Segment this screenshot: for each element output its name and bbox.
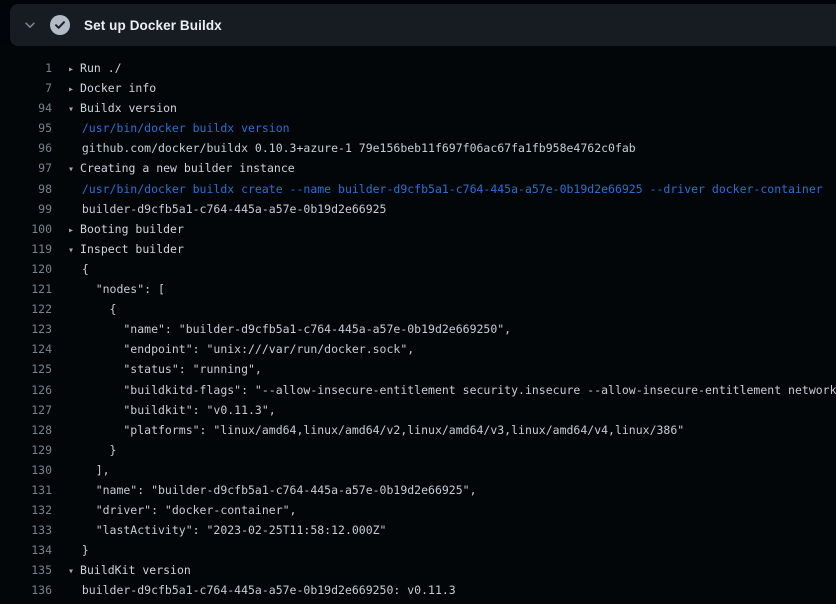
log-line[interactable]: 7 ▸ Docker info — [0, 78, 836, 98]
step-header[interactable]: Set up Docker Buildx — [10, 4, 836, 46]
line-number[interactable]: 7 — [0, 78, 52, 98]
line-number[interactable]: 95 — [0, 118, 52, 138]
line-number[interactable]: 136 — [0, 580, 52, 600]
line-number[interactable]: 135 — [0, 560, 52, 580]
log-line: 99 builder-d9cfb5a1-c764-445a-a57e-0b19d… — [0, 199, 836, 219]
line-number[interactable]: 127 — [0, 400, 52, 420]
log-text: ▸ Booting builder — [68, 219, 836, 239]
log-line: 134 } — [0, 540, 836, 560]
log-line[interactable]: 97 ▾ Creating a new builder instance — [0, 158, 836, 178]
line-number[interactable]: 94 — [0, 98, 52, 118]
line-number[interactable]: 134 — [0, 540, 52, 560]
log-text: "buildkitd-flags": "--allow-insecure-ent… — [68, 380, 836, 400]
line-number[interactable]: 96 — [0, 138, 52, 158]
log-text: "status": "running", — [68, 359, 836, 379]
group-toggle-icon[interactable]: ▾ — [68, 164, 80, 175]
line-number[interactable]: 121 — [0, 279, 52, 299]
group-toggle-icon[interactable]: ▸ — [68, 225, 80, 236]
log-line: 120 { — [0, 259, 836, 279]
log-area: 1 ▸ Run ./ 7 ▸ Docker info 94 ▾ Buildx v… — [0, 46, 836, 604]
log-text: } — [68, 440, 836, 460]
group-toggle-icon[interactable]: ▸ — [68, 64, 80, 75]
line-number[interactable]: 126 — [0, 380, 52, 400]
line-number[interactable]: 130 — [0, 460, 52, 480]
log-text: "name": "builder-d9cfb5a1-c764-445a-a57e… — [68, 480, 836, 500]
line-number[interactable]: 124 — [0, 339, 52, 359]
line-number[interactable]: 128 — [0, 420, 52, 440]
log-text: ▾ BuildKit version — [68, 560, 836, 580]
log-line: 132 "driver": "docker-container", — [0, 500, 836, 520]
line-number[interactable]: 97 — [0, 158, 52, 178]
log-text: /usr/bin/docker buildx version — [68, 118, 836, 138]
log-text: "driver": "docker-container", — [68, 500, 836, 520]
log-line: 123 "name": "builder-d9cfb5a1-c764-445a-… — [0, 319, 836, 339]
check-circle-icon — [50, 15, 70, 35]
group-toggle-icon[interactable]: ▾ — [68, 566, 80, 577]
line-number[interactable]: 99 — [0, 199, 52, 219]
log-text: ▸ Run ./ — [68, 58, 836, 78]
log-text: "lastActivity": "2023-02-25T11:58:12.000… — [68, 520, 836, 540]
log-line[interactable]: 119 ▾ Inspect builder — [0, 239, 836, 259]
group-toggle-icon[interactable]: ▾ — [68, 104, 80, 115]
log-text: } — [68, 540, 836, 560]
log-line: 126 "buildkitd-flags": "--allow-insecure… — [0, 380, 836, 400]
log-text: github.com/docker/buildx 0.10.3+azure-1 … — [68, 138, 836, 158]
log-text: ▾ Creating a new builder instance — [68, 158, 836, 178]
log-text: ▾ Buildx version — [68, 98, 836, 118]
log-line: 124 "endpoint": "unix:///var/run/docker.… — [0, 339, 836, 359]
log-text: "endpoint": "unix:///var/run/docker.sock… — [68, 339, 836, 359]
log-text: "name": "builder-d9cfb5a1-c764-445a-a57e… — [68, 319, 836, 339]
log-line[interactable]: 100 ▸ Booting builder — [0, 219, 836, 239]
log-text: "platforms": "linux/amd64,linux/amd64/v2… — [68, 420, 836, 440]
log-text: builder-d9cfb5a1-c764-445a-a57e-0b19d2e6… — [68, 580, 836, 600]
log-line[interactable]: 135 ▾ BuildKit version — [0, 560, 836, 580]
log-line: 128 "platforms": "linux/amd64,linux/amd6… — [0, 420, 836, 440]
line-number[interactable]: 131 — [0, 480, 52, 500]
log-text: ▸ Docker info — [68, 78, 836, 98]
log-lines: 1 ▸ Run ./ 7 ▸ Docker info 94 ▾ Buildx v… — [0, 58, 836, 601]
group-toggle-icon[interactable]: ▾ — [68, 245, 80, 256]
log-line: 98 /usr/bin/docker buildx create --name … — [0, 179, 836, 199]
log-line: 121 "nodes": [ — [0, 279, 836, 299]
log-line[interactable]: 94 ▾ Buildx version — [0, 98, 836, 118]
step-title: Set up Docker Buildx — [84, 18, 222, 33]
log-line: 95 /usr/bin/docker buildx version — [0, 118, 836, 138]
log-line: 136 builder-d9cfb5a1-c764-445a-a57e-0b19… — [0, 580, 836, 600]
line-number[interactable]: 98 — [0, 179, 52, 199]
group-toggle-icon[interactable]: ▸ — [68, 84, 80, 95]
log-text: { — [68, 299, 836, 319]
line-number[interactable]: 129 — [0, 440, 52, 460]
log-text: { — [68, 259, 836, 279]
line-number[interactable]: 123 — [0, 319, 52, 339]
log-text: /usr/bin/docker buildx create --name bui… — [68, 179, 836, 199]
line-number[interactable]: 1 — [0, 58, 52, 78]
line-number[interactable]: 132 — [0, 500, 52, 520]
log-line: 133 "lastActivity": "2023-02-25T11:58:12… — [0, 520, 836, 540]
line-number[interactable]: 120 — [0, 259, 52, 279]
log-text: ▾ Inspect builder — [68, 239, 836, 259]
log-line: 127 "buildkit": "v0.11.3", — [0, 400, 836, 420]
log-line: 96 github.com/docker/buildx 0.10.3+azure… — [0, 138, 836, 158]
line-number[interactable]: 125 — [0, 359, 52, 379]
line-number[interactable]: 133 — [0, 520, 52, 540]
log-line: 125 "status": "running", — [0, 359, 836, 379]
line-number[interactable]: 122 — [0, 299, 52, 319]
log-line: 129 } — [0, 440, 836, 460]
log-line: 122 { — [0, 299, 836, 319]
log-text: ], — [68, 460, 836, 480]
log-line: 131 "name": "builder-d9cfb5a1-c764-445a-… — [0, 480, 836, 500]
log-text: builder-d9cfb5a1-c764-445a-a57e-0b19d2e6… — [68, 199, 836, 219]
log-line: 130 ], — [0, 460, 836, 480]
log-text: "buildkit": "v0.11.3", — [68, 400, 836, 420]
log-line[interactable]: 1 ▸ Run ./ — [0, 58, 836, 78]
line-number[interactable]: 100 — [0, 219, 52, 239]
log-text: "nodes": [ — [68, 279, 836, 299]
chevron-down-icon[interactable] — [22, 17, 38, 33]
line-number[interactable]: 119 — [0, 239, 52, 259]
